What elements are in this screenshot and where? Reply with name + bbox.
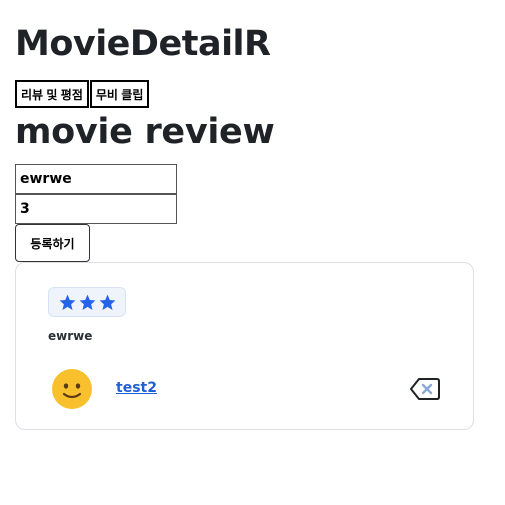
page-title: MovieDetailR [15,24,271,64]
submit-review-button[interactable]: 등록하기 [15,224,90,262]
star-icon [59,294,75,310]
tab-movie-clips[interactable]: 무비 클립 [89,80,150,108]
review-text-input[interactable] [15,164,177,194]
smiley-face-icon [52,369,92,409]
review-card: ewrwe test2 [15,262,474,430]
backspace-delete-icon[interactable] [409,377,441,401]
star-rating-badge [48,287,126,317]
review-author-link[interactable]: test2 [116,380,157,396]
review-text: ewrwe [48,329,93,343]
tab-bar: 리뷰 및 평점 무비 클립 [15,80,150,108]
rating-input[interactable] [15,194,177,224]
tab-reviews-ratings[interactable]: 리뷰 및 평점 [15,80,89,108]
section-title: movie review [15,112,275,152]
star-icon [99,294,115,310]
star-icon [79,294,95,310]
